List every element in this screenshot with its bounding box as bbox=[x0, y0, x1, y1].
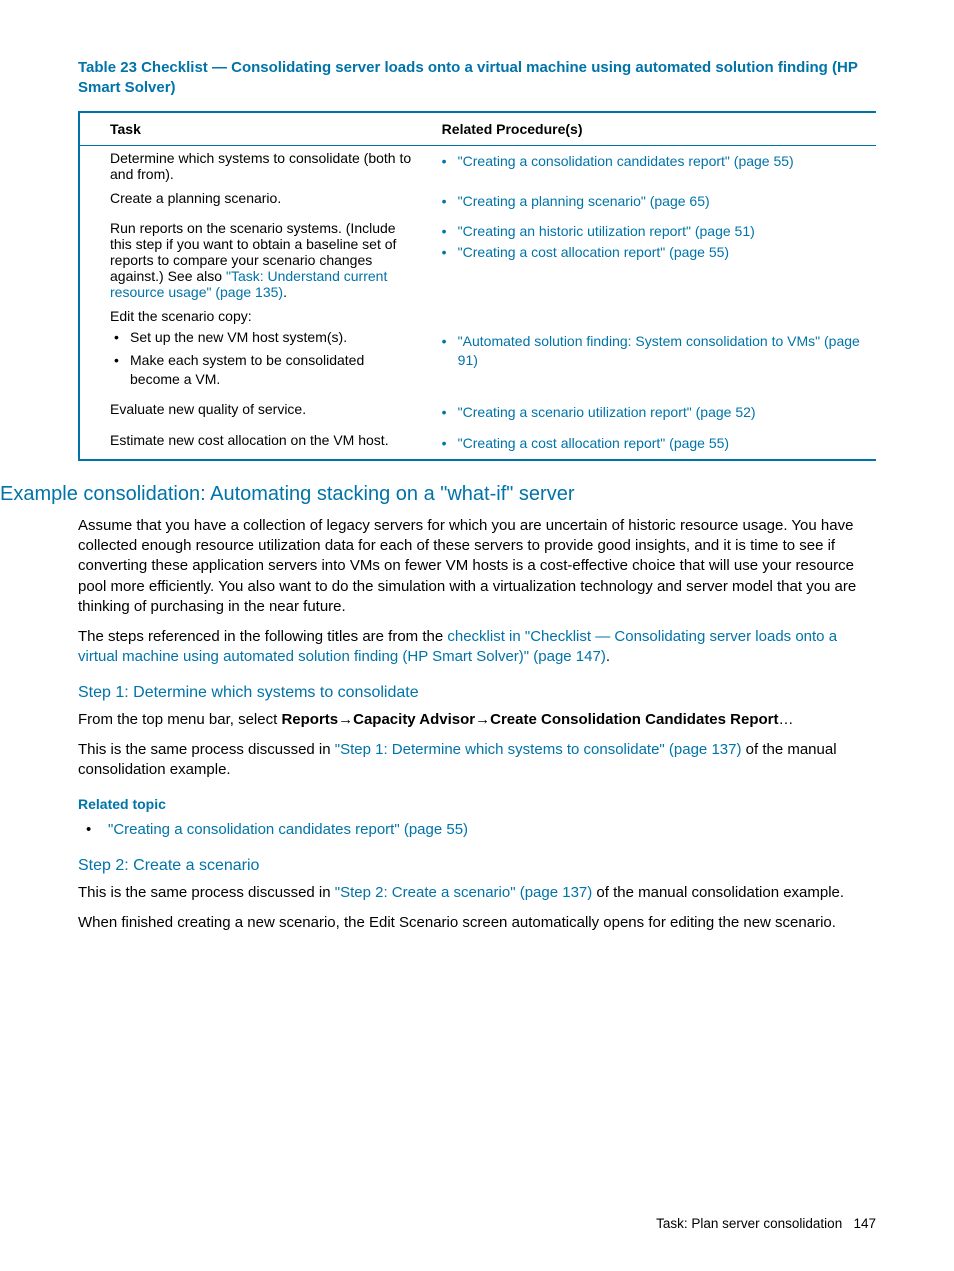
body-paragraph: The steps referenced in the following ti… bbox=[78, 627, 876, 668]
proc-cell: "Creating a scenario utilization report"… bbox=[430, 397, 876, 428]
section-heading-example-consolidation: Example consolidation: Automating stacki… bbox=[0, 483, 876, 506]
text-frag: . bbox=[606, 648, 610, 665]
table-header-task: Task bbox=[79, 112, 430, 146]
proc-link[interactable]: "Automated solution finding: System cons… bbox=[458, 333, 860, 368]
proc-cell: "Creating a planning scenario" (page 65) bbox=[430, 186, 876, 217]
task-cell: Estimate new cost allocation on the VM h… bbox=[79, 428, 430, 460]
proc-link[interactable]: "Creating a planning scenario" (page 65) bbox=[458, 193, 710, 209]
related-link[interactable]: "Creating a consolidation candidates rep… bbox=[108, 821, 468, 838]
proc-link[interactable]: "Creating a scenario utilization report"… bbox=[458, 404, 756, 420]
task-cell: Evaluate new quality of service. bbox=[79, 397, 430, 428]
menu-path-part: Capacity Advisor bbox=[353, 711, 475, 728]
task-cell: Run reports on the scenario systems. (In… bbox=[79, 216, 430, 304]
arrow-icon: → bbox=[338, 711, 353, 728]
text-frag: This is the same process discussed in bbox=[78, 884, 335, 901]
task-cell: Determine which systems to consolidate (… bbox=[79, 145, 430, 186]
body-paragraph: From the top menu bar, select Reports→Ca… bbox=[78, 710, 876, 730]
footer-text: Task: Plan server consolidation bbox=[656, 1216, 842, 1231]
proc-link[interactable]: "Creating an historic utilization report… bbox=[458, 223, 755, 239]
text-frag: From the top menu bar, select bbox=[78, 711, 281, 728]
table-header-procedures: Related Procedure(s) bbox=[430, 112, 876, 146]
menu-path-part: Reports bbox=[281, 711, 338, 728]
text-frag: of the manual consolidation example. bbox=[592, 884, 844, 901]
menu-path-part: Create Consolidation Candidates Report bbox=[490, 711, 778, 728]
proc-link[interactable]: "Creating a cost allocation report" (pag… bbox=[458, 244, 729, 260]
proc-link[interactable]: "Creating a cost allocation report" (pag… bbox=[458, 435, 729, 451]
table-row: Estimate new cost allocation on the VM h… bbox=[79, 428, 876, 460]
arrow-icon: → bbox=[475, 711, 490, 728]
proc-cell: "Creating an historic utilization report… bbox=[430, 216, 876, 304]
step-heading-1: Step 1: Determine which systems to conso… bbox=[78, 684, 876, 702]
text-frag: The steps referenced in the following ti… bbox=[78, 628, 447, 645]
page-number: 147 bbox=[853, 1216, 876, 1231]
task-text-post: . bbox=[283, 284, 287, 300]
table-row: Run reports on the scenario systems. (In… bbox=[79, 216, 876, 304]
proc-cell: "Automated solution finding: System cons… bbox=[430, 304, 876, 397]
task-text: Edit the scenario copy: bbox=[110, 308, 252, 324]
text-frag: This is the same process discussed in bbox=[78, 741, 335, 758]
checklist-table: Task Related Procedure(s) Determine whic… bbox=[78, 111, 876, 461]
proc-cell: "Creating a cost allocation report" (pag… bbox=[430, 428, 876, 460]
task-cell: Edit the scenario copy: Set up the new V… bbox=[79, 304, 430, 397]
text-frag: … bbox=[779, 711, 794, 728]
table-row: Create a planning scenario. "Creating a … bbox=[79, 186, 876, 217]
task-cell: Create a planning scenario. bbox=[79, 186, 430, 217]
inline-link[interactable]: "Step 1: Determine which systems to cons… bbox=[335, 741, 742, 758]
step-heading-2: Step 2: Create a scenario bbox=[78, 857, 876, 875]
related-topic-heading: Related topic bbox=[78, 796, 876, 812]
proc-cell: "Creating a consolidation candidates rep… bbox=[430, 145, 876, 186]
task-subitem: Make each system to be consolidated beco… bbox=[114, 351, 418, 389]
body-paragraph: When finished creating a new scenario, t… bbox=[78, 913, 876, 933]
body-paragraph: This is the same process discussed in "S… bbox=[78, 740, 876, 781]
body-paragraph: This is the same process discussed in "S… bbox=[78, 883, 876, 903]
body-paragraph: Assume that you have a collection of leg… bbox=[78, 516, 876, 617]
table-row: Edit the scenario copy: Set up the new V… bbox=[79, 304, 876, 397]
page-footer: Task: Plan server consolidation 147 bbox=[656, 1216, 876, 1231]
table-row: Evaluate new quality of service. "Creati… bbox=[79, 397, 876, 428]
inline-link[interactable]: "Step 2: Create a scenario" (page 137) bbox=[335, 884, 592, 901]
proc-link[interactable]: "Creating a consolidation candidates rep… bbox=[458, 153, 794, 169]
table-title: Table 23 Checklist — Consolidating serve… bbox=[78, 58, 876, 99]
task-subitem: Set up the new VM host system(s). bbox=[114, 328, 418, 347]
table-row: Determine which systems to consolidate (… bbox=[79, 145, 876, 186]
